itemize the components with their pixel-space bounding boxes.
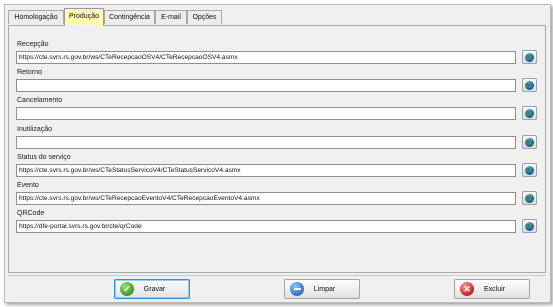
field-label-status-servico: Status do serviço (17, 154, 71, 161)
inutilizacao-url-input[interactable] (16, 136, 516, 149)
field-label-evento: Evento (17, 182, 39, 189)
save-button[interactable]: ✓ Gravar (114, 279, 190, 299)
x-icon: ✕ (460, 282, 474, 296)
tab-opcoes[interactable]: Opções (187, 10, 222, 24)
action-bar: ✓ Gravar Limpar ✕ Excluir (8, 275, 546, 302)
clear-button-label: Limpar (313, 285, 336, 293)
field-label-cancelamento: Cancelamento (17, 97, 63, 104)
qrcode-url-input[interactable]: https://dfe-portal.svrs.rs.gov.br/cte/qr… (16, 220, 516, 233)
globe-icon (525, 165, 534, 175)
field-label-retorno: Retorno (17, 69, 42, 76)
status-servico-url-input[interactable]: https://cte.svrs.rs.gov.br/ws/CTeStatusS… (16, 164, 516, 177)
checkmark-icon: ✓ (120, 282, 134, 296)
cancelamento-url-input[interactable] (16, 107, 516, 120)
tab-homologacao[interactable]: Homologação (8, 10, 64, 24)
tab-producao[interactable]: Produção (64, 8, 104, 26)
delete-button-label: Excluir (483, 285, 505, 293)
field-label-qrcode: QRCode (17, 210, 45, 217)
recepcao-url-input[interactable]: https://cte.svrs.rs.gov.br/ws/CTeRecepca… (16, 51, 516, 64)
cancelamento-globe-button[interactable] (522, 106, 537, 120)
status-servico-globe-button[interactable] (522, 163, 537, 177)
globe-icon (525, 221, 534, 231)
producao-panel: Recepção https://cte.svrs.rs.gov.br/ws/C… (8, 25, 546, 273)
globe-icon (525, 108, 534, 118)
evento-url-input[interactable]: https://cte.svrs.rs.gov.br/ws/CTeRecepca… (16, 192, 516, 205)
qrcode-globe-button[interactable] (522, 219, 537, 233)
recepcao-globe-button[interactable] (522, 50, 537, 64)
tab-contingencia[interactable]: Contingência (104, 10, 155, 24)
retorno-url-input[interactable] (16, 79, 516, 92)
save-button-label: Gravar (143, 285, 166, 293)
retorno-globe-button[interactable] (522, 78, 537, 92)
clear-button[interactable]: Limpar (284, 279, 360, 299)
settings-window: Homologação Produção Contingência E-mail… (4, 4, 551, 303)
tab-email[interactable]: E-mail (155, 10, 187, 24)
globe-icon (525, 193, 534, 203)
delete-button[interactable]: ✕ Excluir (454, 279, 530, 299)
globe-icon (525, 137, 534, 147)
field-label-inutilizacao: Inutilização (17, 126, 53, 133)
evento-globe-button[interactable] (522, 191, 537, 205)
globe-icon (525, 52, 534, 62)
globe-icon (525, 80, 534, 90)
minus-icon (290, 282, 304, 296)
inutilizacao-globe-button[interactable] (522, 135, 537, 149)
field-label-recepcao: Recepção (17, 41, 49, 48)
